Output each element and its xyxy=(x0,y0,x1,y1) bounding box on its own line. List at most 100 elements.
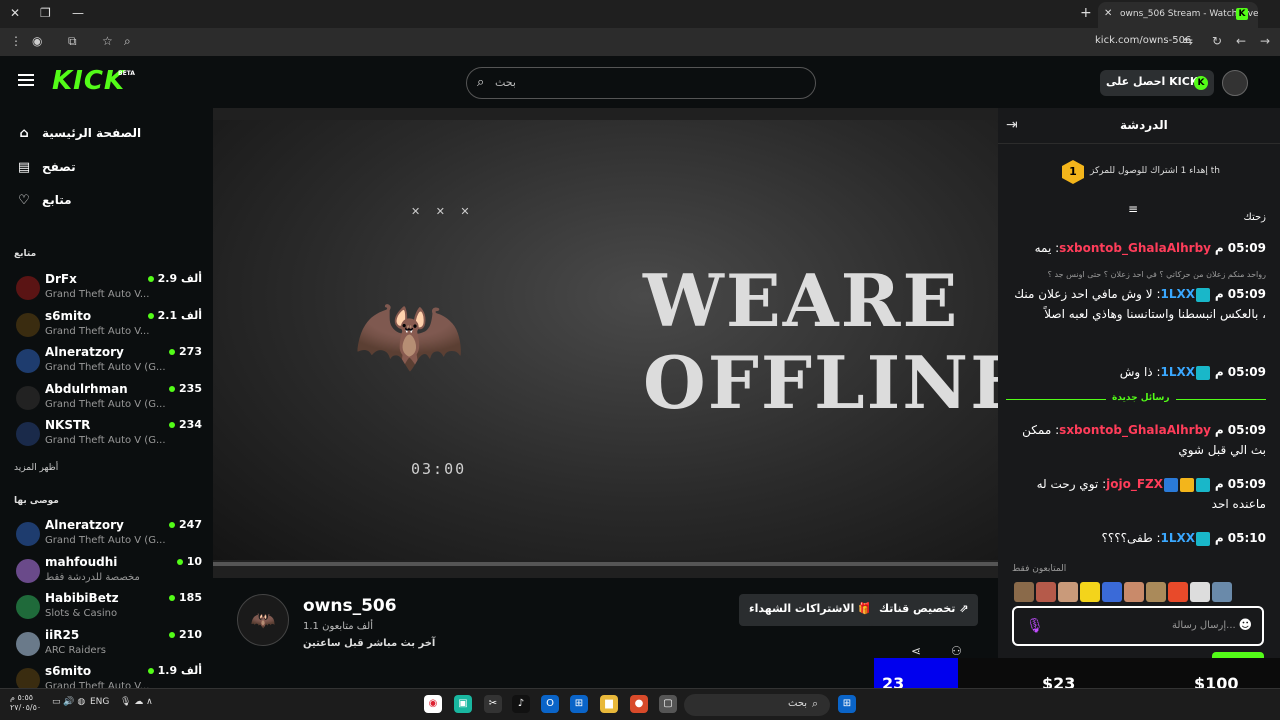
kick-logo[interactable]: KICK xyxy=(52,66,125,96)
chat-input[interactable]: 🎙 إرسال رسالة... ☻ xyxy=(1012,606,1264,646)
video-player[interactable]: ✕ ✕ ✕ 🦇 WEARE OFFLINE 03:00 xyxy=(213,108,998,578)
emote[interactable] xyxy=(1212,582,1232,602)
tray-lang[interactable]: ENG xyxy=(90,697,109,707)
hamburger-menu-icon[interactable] xyxy=(18,74,34,86)
message-time: 05:09 م xyxy=(1214,423,1266,437)
forward-arrow-icon[interactable]: → xyxy=(1260,34,1270,48)
show-more-link[interactable]: أظهر المزيد xyxy=(14,463,58,473)
tiktok-icon[interactable]: ♪ xyxy=(512,695,530,713)
emote[interactable] xyxy=(1190,582,1210,602)
sidebar-channel[interactable]: Abdulrhman Grand Theft Auto V (G... 235 xyxy=(14,382,204,418)
customize-channel-button[interactable]: تخصيص قناتك ⇗ xyxy=(869,594,979,626)
emote[interactable] xyxy=(1080,582,1100,602)
viewer-count: 10 xyxy=(176,554,202,568)
emote[interactable] xyxy=(1168,582,1188,602)
tab-close-icon[interactable]: ✕ xyxy=(1104,8,1112,19)
viewer-count-value: 10 xyxy=(186,554,202,568)
channel-name[interactable]: owns_506 xyxy=(303,596,397,616)
emoji-icon[interactable]: ☻ xyxy=(1238,618,1252,633)
sidebar-channel[interactable]: s6mito Grand Theft Auto V... 2.1 ألف xyxy=(14,309,204,345)
url-field[interactable]: kick.com/owns-506 xyxy=(1095,35,1191,46)
share-icon[interactable]: ⋖ xyxy=(911,644,921,658)
app-red-icon[interactable]: ● xyxy=(630,695,648,713)
outlook-icon[interactable]: O xyxy=(541,695,559,713)
mic-icon[interactable]: 🎙 xyxy=(1026,618,1044,634)
emote[interactable] xyxy=(1014,582,1034,602)
user-avatar[interactable] xyxy=(1222,70,1248,96)
goal-text: إهداء 1 اشتراك للوصول للمركز th xyxy=(1090,166,1220,176)
chat-message[interactable]: 05:09 م 1LXX: لا وش مافي احد زعلان منك ،… xyxy=(1012,284,1266,324)
nav-following[interactable]: ♡ متابع xyxy=(16,193,71,213)
beta-label: BETA xyxy=(118,70,135,77)
channel-category: Grand Theft Auto V (G... xyxy=(45,362,165,374)
store-icon[interactable]: ⊞ xyxy=(570,695,588,713)
tray-icons[interactable]: ▭ 🔊 ◍ xyxy=(52,697,85,707)
site-settings-icon[interactable]: ⇋ xyxy=(1183,34,1193,48)
emote[interactable] xyxy=(1036,582,1056,602)
tray-mic-icon[interactable]: 🎙 ☁ ∧ xyxy=(120,697,153,707)
follow-user-icon[interactable]: ⚇ xyxy=(951,644,962,658)
menu-dots-icon[interactable]: ⋮ xyxy=(10,34,22,48)
site-header: KICK BETA ⌕ بحث احصل على KICKs K xyxy=(0,56,1280,108)
zoom-icon[interactable]: ⌕ xyxy=(124,34,131,49)
back-arrow-icon[interactable]: ← xyxy=(1236,34,1246,48)
windows-start-icon[interactable]: ⊞ xyxy=(838,695,856,713)
browser-tab-bar: ✕ ❐ — + ✕ owns_506 Stream - Watch Live K xyxy=(0,0,1280,28)
chat-panel: ⇥ الدردشة 1 إهداء 1 اشتراك للوصول للمركز… xyxy=(998,108,1280,688)
new-tab-button[interactable]: + xyxy=(1080,5,1092,21)
chat-message[interactable]: 05:09 م sxbontob_GhalaAlhrby: ممكن بث ال… xyxy=(1012,420,1266,460)
message-username[interactable]: sxbontob_GhalaAlhrby xyxy=(1059,241,1211,255)
taskbar-clock[interactable]: ٥:٥٥ م ٢٧/٠٥/٥٠ xyxy=(10,693,41,713)
chrome-icon[interactable]: ◉ xyxy=(424,695,442,713)
message-username[interactable]: sxbontob_GhalaAlhrby xyxy=(1059,423,1211,437)
chat-emote-row[interactable] xyxy=(1014,582,1264,604)
minimize-window-icon[interactable]: — xyxy=(72,6,84,20)
app-icon[interactable]: ▣ xyxy=(454,695,472,713)
banner-clock: 03:00 xyxy=(411,460,467,478)
channel-name: Alneratzory xyxy=(45,345,124,360)
player-progress-bar[interactable] xyxy=(213,562,998,566)
channel-avatar[interactable]: 🦇 xyxy=(237,594,289,646)
message-username[interactable]: 1LXX xyxy=(1160,365,1195,379)
emote[interactable] xyxy=(1124,582,1144,602)
nav-browse[interactable]: ▤ تصفح xyxy=(16,160,76,180)
chat-message[interactable]: 05:09 م 1LXX: ذا وش xyxy=(1012,362,1266,382)
bookmark-star-icon[interactable]: ☆ xyxy=(102,34,113,48)
file-explorer-icon[interactable]: ▆ xyxy=(600,695,618,713)
heart-icon: ♡ xyxy=(18,193,30,208)
sidebar-channel[interactable]: Alneratzory Grand Theft Auto V (G... 273 xyxy=(14,345,204,381)
taskbar-search[interactable]: بحث ⌕ xyxy=(684,694,830,716)
chat-message[interactable]: 05:09 م jojo_FZX: توي رحت له ماعنده احد xyxy=(1012,474,1266,514)
sidebar-channel[interactable]: mahfoudhi مخصصة للدردشة فقط 10 xyxy=(14,555,204,591)
extensions-icon[interactable]: ⧉ xyxy=(68,34,77,49)
sub-goal[interactable]: 1 إهداء 1 اشتراك للوصول للمركز th xyxy=(998,152,1280,192)
sidebar-channel[interactable]: DrFx Grand Theft Auto V... 2.9 ألف xyxy=(14,272,204,308)
live-dot-icon xyxy=(169,349,176,356)
task-view-icon[interactable]: ▢ xyxy=(659,695,677,713)
sidebar-channel[interactable]: HabibiBetz Slots & Casino 185 xyxy=(14,591,204,627)
sidebar-channel[interactable]: iiR25 ARC Raiders 210 xyxy=(14,628,204,664)
browser-tab[interactable]: ✕ owns_506 Stream - Watch Live K xyxy=(1098,2,1258,28)
chat-message[interactable]: 05:10 م 1LXX: طفى؟؟؟؟ xyxy=(1012,528,1266,548)
emote[interactable] xyxy=(1102,582,1122,602)
get-kicks-button[interactable]: احصل على KICKs K xyxy=(1100,70,1214,96)
restore-window-icon[interactable]: ❐ xyxy=(40,6,51,20)
close-window-icon[interactable]: ✕ xyxy=(10,6,20,20)
message-username[interactable]: 1LXX xyxy=(1160,531,1195,545)
message-username[interactable]: jojo_FZX xyxy=(1106,477,1163,491)
nav-home[interactable]: ⌂ الصفحة الرئيسية xyxy=(16,126,141,146)
sidebar-channel[interactable]: NKSTR Grand Theft Auto V (G... 234 xyxy=(14,418,204,454)
profile-icon[interactable]: ◉ xyxy=(32,34,42,48)
channel-avatar xyxy=(16,558,40,583)
sidebar-channel[interactable]: Alneratzory Grand Theft Auto V (G... 247 xyxy=(14,518,204,554)
chat-message[interactable]: 05:09 م sxbontob_GhalaAlhrby: يمه xyxy=(1012,238,1266,258)
message-username[interactable]: 1LXX xyxy=(1160,287,1195,301)
collapse-chat-icon[interactable]: ⇥ xyxy=(1006,117,1018,133)
search-input[interactable]: ⌕ بحث xyxy=(466,67,816,99)
gift-subs-button[interactable]: الاشتراكات الشهداء 🎁 xyxy=(739,594,882,626)
reload-icon[interactable]: ↻ xyxy=(1212,34,1222,48)
emote[interactable] xyxy=(1058,582,1078,602)
emote[interactable] xyxy=(1146,582,1166,602)
sidebar-channel[interactable]: s6mito Grand Theft Auto V... 1.9 ألف xyxy=(14,664,204,688)
capcut-icon[interactable]: ✂ xyxy=(484,695,502,713)
